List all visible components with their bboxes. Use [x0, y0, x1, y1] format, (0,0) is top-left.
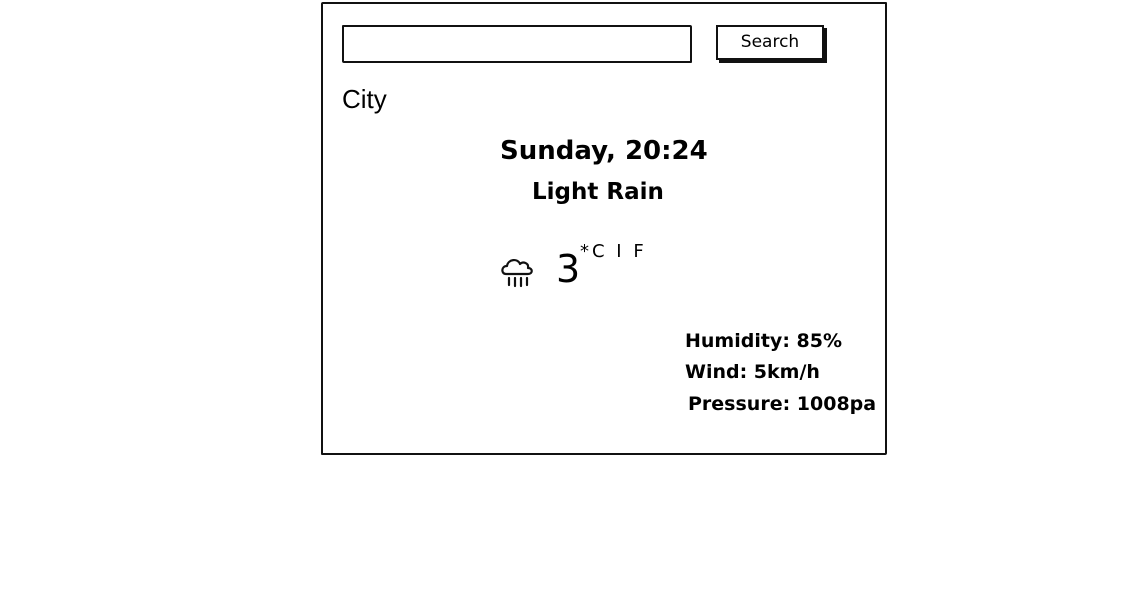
temperature-unit-toggle[interactable]: *C I F	[580, 241, 647, 262]
pressure-label: Pressure: 1008pa	[688, 393, 877, 415]
search-button[interactable]: Search	[716, 25, 824, 60]
search-input[interactable]	[342, 25, 692, 63]
weather-condition: Light Rain	[532, 179, 664, 205]
date-time: Sunday, 20:24	[500, 136, 708, 166]
humidity-label: Humidity: 85%	[685, 330, 843, 352]
city-name: City	[342, 84, 387, 114]
wind-label: Wind: 5km/h	[685, 361, 820, 383]
weather-panel	[321, 2, 887, 455]
rain-cloud-icon	[501, 259, 533, 288]
temperature-value: 3	[556, 247, 581, 291]
